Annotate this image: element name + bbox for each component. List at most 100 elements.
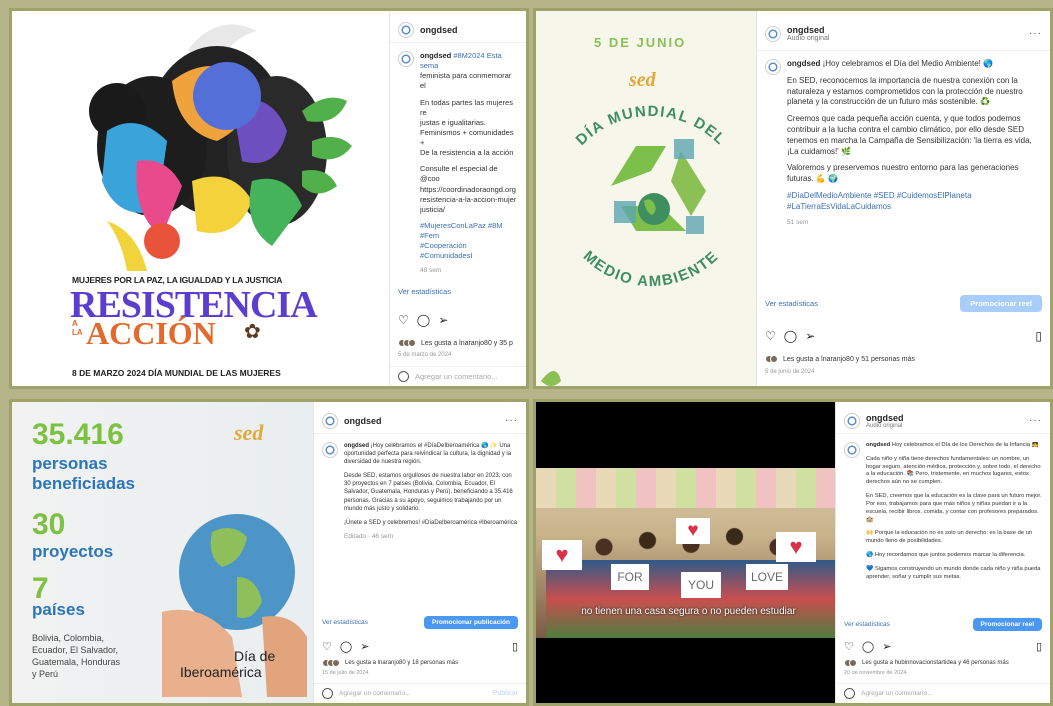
comment-icon[interactable]: ◯ (417, 313, 430, 327)
stats-link[interactable]: Ver estadísticas (765, 299, 818, 308)
classroom-wall (536, 468, 841, 508)
promote-post-button[interactable]: Promocionar publicación (423, 616, 518, 629)
comment-icon[interactable]: ◯ (862, 640, 874, 653)
post-header: ongdsed (390, 17, 526, 43)
post-panel-1: MUJERES POR LA PAZ, LA IGUALDAD Y LA JUS… (9, 8, 529, 389)
emoji-icon[interactable] (322, 688, 333, 699)
comment-icon[interactable]: ◯ (340, 640, 352, 653)
post-date: 5 de junio de 2024 (765, 369, 815, 375)
comment-icon[interactable]: ◯ (784, 329, 797, 343)
image-title: Iberoamérica (180, 664, 262, 680)
post-video-children[interactable]: ♥ ♥ ♥ FOR YOU LOVE no tienen una casa se… (536, 402, 841, 703)
post-header: ongdsed ··· (314, 408, 526, 434)
avatar[interactable] (765, 59, 781, 75)
heart-icon[interactable]: ♡ (322, 640, 332, 653)
promote-reel-button[interactable]: Promocionar reel (960, 295, 1042, 312)
avatar[interactable] (322, 412, 338, 429)
post-sidebar-3: ongdsed ··· ongdsed ¡Hoy celebramos el #… (313, 402, 526, 703)
comment-input[interactable]: Agregar un comentario... (415, 372, 498, 381)
post-panel-2: 5 DE JUNIO sed DÍA MUNDIAL DEL MEDIO AMB… (533, 8, 1053, 389)
avatar[interactable] (398, 21, 414, 38)
image-footer: 8 DE MARZO 2024 DÍA MUNDIAL DE LAS MUJER… (72, 368, 281, 378)
hashtags[interactable]: #MujeresConLaPaz #8M #Fem (420, 221, 503, 240)
caption-link[interactable]: https://coordinadoraongd.org (420, 185, 516, 194)
stats-link[interactable]: Ver estadísticas (322, 619, 368, 626)
heart-icon[interactable]: ♡ (765, 329, 776, 343)
liker-avatars (765, 355, 778, 363)
stats-link[interactable]: Ver estadísticas (398, 287, 451, 296)
heart-icon[interactable]: ♡ (398, 313, 409, 327)
caption-paragraph: 🙌 Porque la educación no es solo un dere… (866, 530, 1033, 545)
likes-text[interactable]: Les gusta a lnaranjo80 y 35 p (421, 340, 513, 347)
caption: ongdsed ¡Hoy celebramos el Día del Medio… (765, 59, 1042, 233)
audio-label[interactable]: Audio original (866, 423, 904, 429)
stats-link[interactable]: Ver estadísticas (844, 621, 890, 628)
video-subtitle: no tienen una casa segura o no pueden es… (581, 606, 796, 617)
post-image-environment-day[interactable]: 5 DE JUNIO sed DÍA MUNDIAL DEL MEDIO AMB… (536, 11, 762, 386)
comment-input[interactable]: Agregar un comentario... (339, 690, 411, 697)
caption-username[interactable]: ongdsed (866, 442, 890, 448)
publish-button[interactable]: Publicar (493, 690, 518, 697)
hashtags[interactable]: #DíaDelMedioAmbiente #SED #CuidemosElPla… (787, 191, 1042, 213)
username[interactable]: ongdsed (866, 413, 904, 423)
username[interactable]: ongdsed (787, 25, 829, 35)
caption-paragraph: Cada niño y niña tiene derechos fundamen… (866, 455, 1041, 486)
heart-sign: ♥ (776, 532, 816, 562)
comment-input[interactable]: Agregar un comentario... (861, 690, 933, 697)
caption-paragraph: ¡Únete a SED y celebremos! #DíaDeIberoam… (344, 519, 518, 526)
caption-username[interactable]: ongdsed (420, 51, 451, 60)
caption-paragraph: Creemos que cada pequeña acción cuenta, … (787, 114, 1032, 156)
image-title: Día de (234, 648, 276, 664)
username[interactable]: ongdsed (420, 25, 458, 35)
avatar[interactable] (765, 25, 781, 42)
promote-reel-button[interactable]: Promocionar reel (972, 618, 1042, 631)
stats-row: Ver estadísticas Promocionar reel (844, 618, 1042, 631)
likes-text[interactable]: Les gusta a lnaranjo80 y 18 personas más (345, 660, 458, 666)
bookmark-icon[interactable]: ▯ (512, 640, 518, 653)
caption: ongdsed ¡Hoy celebramos el #DíaDeIberoam… (322, 442, 518, 548)
emoji-icon[interactable] (398, 371, 409, 382)
post-panel-4: ♥ ♥ ♥ FOR YOU LOVE no tienen una casa se… (533, 399, 1053, 706)
avatar[interactable] (844, 412, 860, 429)
post-image-iberoamerica[interactable]: 35.416 personas beneficiadas 30 proyecto… (12, 402, 313, 703)
caption-paragraph: Desde SED, estamos orgullosos de nuestra… (344, 473, 513, 512)
hashtags[interactable]: #Cooperación #ComunidadesI (420, 241, 473, 260)
post-header: ongdsed Audio original ··· (757, 17, 1050, 51)
heart-icon[interactable]: ♡ (844, 640, 854, 653)
arc-title-top: DÍA MUNDIAL DEL (573, 103, 728, 149)
likes-text[interactable]: Les gusta a lnaranjo80 y 51 personas más (783, 356, 915, 363)
share-icon[interactable]: ➢ (805, 329, 815, 343)
comment-bar: Agregar un comentario... (390, 366, 526, 386)
more-options-icon[interactable]: ··· (1029, 415, 1042, 426)
avatar[interactable] (844, 442, 860, 458)
share-icon[interactable]: ➢ (438, 313, 448, 327)
image-prefix-a-la: A LA (72, 319, 83, 337)
likes-text[interactable]: Les gusta a hubinnovacionstartidea y 46 … (862, 660, 1009, 666)
audio-label[interactable]: Audio original (787, 35, 829, 42)
more-options-icon[interactable]: ··· (1029, 28, 1042, 39)
avatar[interactable] (398, 51, 414, 67)
emoji-icon[interactable] (844, 688, 855, 699)
svg-text:DÍA MUNDIAL DEL: DÍA MUNDIAL DEL (573, 103, 730, 149)
comment-bar: Agregar un comentario... (836, 683, 1050, 703)
caption-line: En todas partes las mujeres re (420, 97, 513, 117)
caption-line: justicia/ (420, 204, 446, 214)
bookmark-icon[interactable]: ▯ (1035, 329, 1042, 343)
post-image-women-day[interactable]: MUJERES POR LA PAZ, LA IGUALDAD Y LA JUS… (12, 11, 395, 386)
share-icon[interactable]: ➢ (882, 640, 891, 653)
share-icon[interactable]: ➢ (360, 640, 369, 653)
caption-text: ongdsed ¡Hoy celebramos el Día del Medio… (787, 59, 1042, 233)
likes-row: Les gusta a lnaranjo80 y 35 p (398, 339, 518, 347)
sign-you: YOU (681, 572, 721, 598)
username[interactable]: ongdsed (344, 416, 382, 426)
avatar[interactable] (322, 442, 338, 458)
stats-row: Ver estadísticas Promocionar publicación (322, 616, 518, 629)
more-options-icon[interactable]: ··· (505, 415, 518, 426)
caption-username[interactable]: ongdsed (787, 59, 820, 68)
video-frame: ♥ ♥ ♥ FOR YOU LOVE no tienen una casa se… (536, 468, 841, 638)
caption-username[interactable]: ongdsed (344, 443, 369, 449)
post-date: 15 de julio de 2024 (322, 670, 369, 676)
women-silhouettes-illustration (89, 24, 352, 271)
post-time: 51 sem (787, 218, 809, 226)
bookmark-icon[interactable]: ▯ (1036, 640, 1042, 653)
